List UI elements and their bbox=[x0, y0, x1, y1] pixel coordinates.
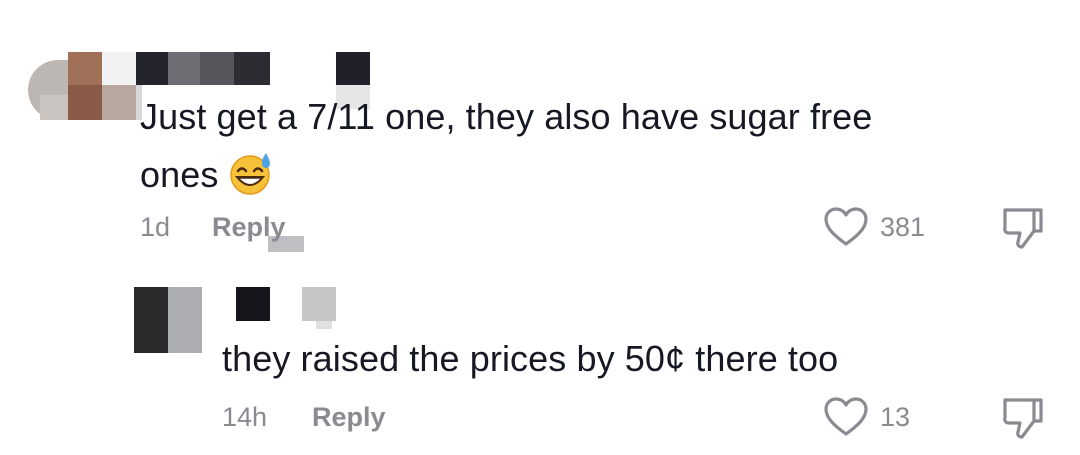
comment-text: Just get a 7/11 one, they also have suga… bbox=[140, 88, 960, 212]
grinning-sweat-emoji bbox=[226, 151, 274, 212]
reply-button[interactable]: Reply bbox=[312, 402, 386, 433]
thumbs-down-icon bbox=[1003, 208, 1043, 249]
comment-text-line-1: Just get a 7/11 one, they also have suga… bbox=[140, 96, 873, 137]
comment-text-line-2: ones bbox=[140, 146, 960, 212]
redaction-artifact bbox=[268, 236, 304, 252]
thumbs-down-icon bbox=[1003, 398, 1043, 439]
dislike-button[interactable] bbox=[1000, 205, 1046, 256]
like-button[interactable]: 381 bbox=[822, 206, 925, 248]
heart-outline-icon bbox=[824, 397, 868, 436]
comment-timestamp: 14h bbox=[222, 402, 268, 432]
like-button[interactable]: 13 bbox=[822, 396, 910, 438]
like-count: 381 bbox=[880, 211, 926, 242]
dislike-button[interactable] bbox=[1000, 395, 1046, 446]
comment-timestamp: 1d bbox=[140, 212, 171, 242]
like-count: 13 bbox=[880, 401, 911, 432]
comment-text: they raised the prices by 50¢ there too bbox=[222, 338, 839, 379]
heart-outline-icon bbox=[824, 207, 868, 246]
